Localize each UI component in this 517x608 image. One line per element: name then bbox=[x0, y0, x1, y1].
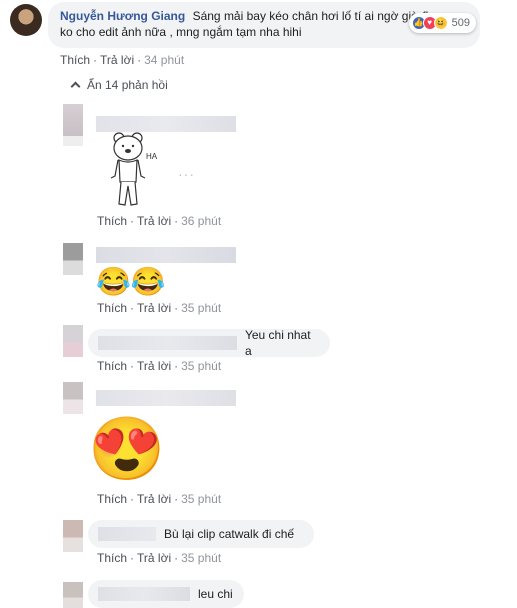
main-comment-bubble: Nguyễn Hương Giang Sáng mải bay kéo chân… bbox=[48, 2, 480, 48]
like-link[interactable]: Thích bbox=[97, 214, 127, 228]
like-link[interactable]: Thích bbox=[60, 53, 90, 67]
reply-link[interactable]: Trả lời bbox=[100, 53, 134, 67]
haha-icon: 😆 bbox=[433, 16, 448, 30]
blurred-username bbox=[98, 527, 156, 541]
reply-actions: Thích · Trả lời · 36 phút bbox=[97, 214, 222, 228]
like-link[interactable]: Thích bbox=[97, 551, 127, 565]
reply-link[interactable]: Trả lời bbox=[137, 301, 171, 315]
reply-avatar[interactable] bbox=[63, 582, 83, 608]
timestamp[interactable]: 35 phút bbox=[181, 301, 221, 315]
comment-text-line2: ko cho edit ảnh nữa , mng ngắm tạm nha h… bbox=[60, 25, 302, 39]
reply-avatar[interactable] bbox=[63, 520, 83, 552]
comment-author[interactable]: Nguyễn Hương Giang bbox=[60, 9, 185, 23]
blurred-username bbox=[98, 587, 190, 601]
timestamp[interactable]: 35 phút bbox=[181, 359, 221, 373]
reply-avatar[interactable] bbox=[63, 325, 83, 357]
reply-actions: Thích · Trả lời · 35 phút bbox=[97, 492, 222, 506]
reply-link[interactable]: Trả lời bbox=[137, 214, 171, 228]
reaction-summary[interactable]: 👍 ♥ 😆 509 bbox=[408, 13, 476, 33]
reply-actions: Thích · Trả lời · 35 phút bbox=[97, 551, 222, 565]
main-comment-actions: Thích · Trả lời · 34 phút bbox=[60, 53, 185, 67]
timestamp[interactable]: 35 phút bbox=[181, 551, 221, 565]
chevron-up-icon bbox=[70, 81, 81, 92]
like-link[interactable]: Thích bbox=[97, 301, 127, 315]
bear-sticker bbox=[110, 132, 146, 206]
like-link[interactable]: Thích bbox=[97, 492, 127, 506]
blurred-username bbox=[96, 247, 236, 263]
hide-replies-link[interactable]: Ẩn 14 phản hồi bbox=[70, 78, 168, 92]
reply-text: Bù lại clip catwalk đi chế bbox=[164, 527, 295, 541]
reply-bubble: leu chi bbox=[88, 580, 244, 608]
reaction-count: 509 bbox=[451, 17, 470, 29]
blurred-block bbox=[63, 136, 83, 146]
reply-actions: Thích · Trả lời · 35 phút bbox=[97, 359, 222, 373]
hide-replies-label: Ẩn 14 phản hồi bbox=[87, 78, 168, 92]
reply-text: leu chi bbox=[198, 587, 233, 601]
blurred-username bbox=[96, 390, 236, 406]
reply-avatar[interactable] bbox=[63, 382, 83, 414]
commenter-avatar[interactable] bbox=[10, 4, 42, 36]
blurred-username bbox=[98, 336, 237, 350]
like-link[interactable]: Thích bbox=[97, 359, 127, 373]
reply-link[interactable]: Trả lời bbox=[137, 492, 171, 506]
reply-text: Yeu chi nhat a bbox=[244, 328, 311, 358]
reply-avatar[interactable] bbox=[63, 104, 83, 136]
more-options-icon[interactable]: ··· bbox=[178, 166, 195, 182]
timestamp[interactable]: 34 phút bbox=[144, 53, 184, 67]
timestamp[interactable]: 36 phút bbox=[181, 214, 221, 228]
sticker-text: HA bbox=[146, 152, 158, 161]
reply-bubble: Bù lại clip catwalk đi chế bbox=[88, 520, 314, 548]
reply-avatar[interactable] bbox=[63, 243, 83, 275]
reply-link[interactable]: Trả lời bbox=[137, 551, 171, 565]
laugh-emoji: 😂😂 bbox=[96, 266, 166, 297]
comment-text-line1: Sáng mải bay kéo chân hơi lố tí ai ngờ g… bbox=[192, 9, 433, 23]
reply-bubble: Yeu chi nhat a bbox=[88, 328, 330, 358]
reply-actions: Thích · Trả lời · 35 phút bbox=[97, 301, 222, 315]
reply-link[interactable]: Trả lời bbox=[137, 359, 171, 373]
heart-eyes-emoji: 😍 bbox=[88, 415, 166, 484]
timestamp[interactable]: 35 phút bbox=[181, 492, 221, 506]
